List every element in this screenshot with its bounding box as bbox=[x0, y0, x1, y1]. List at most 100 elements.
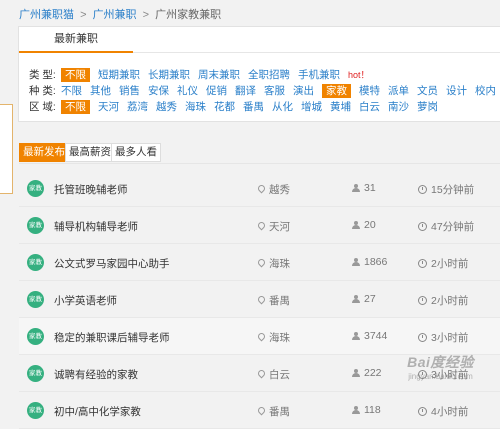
job-row[interactable]: 家教 小学英语老师 番禺 27 2小时前 bbox=[19, 281, 500, 318]
filter-row-type: 类 型: 不限 短期兼职 长期兼职 周末兼职 全职招聘 手机兼职 hot！ bbox=[29, 68, 370, 82]
location-pin-icon bbox=[256, 331, 267, 342]
job-views-count: 27 bbox=[364, 293, 376, 305]
clock-icon bbox=[418, 333, 427, 342]
filter-option[interactable]: 全职招聘 bbox=[248, 68, 290, 82]
job-title-link[interactable]: 初中/高中化学家教 bbox=[54, 404, 141, 419]
filter-option[interactable]: 长期兼职 bbox=[148, 68, 190, 82]
job-row[interactable]: 家教 初中/高中化学家教 番禺 118 4小时前 bbox=[19, 392, 500, 429]
filter-option[interactable]: 不限 bbox=[61, 68, 90, 82]
filter-option[interactable]: 演出 bbox=[293, 84, 314, 98]
tab-latest-jobs[interactable]: 最新兼职 bbox=[19, 27, 133, 53]
job-row[interactable]: 家教 稳定的兼职课后辅导老师 海珠 3744 3小时前 bbox=[19, 318, 500, 355]
job-location: 白云 bbox=[256, 367, 290, 382]
job-title-link[interactable]: 辅导机构辅导老师 bbox=[54, 219, 138, 234]
job-location: 番禺 bbox=[256, 404, 290, 419]
filter-panel: 最新兼职 类 型: 不限 短期兼职 长期兼职 周末兼职 全职招聘 手机兼职 hot！ 种 类:… bbox=[18, 26, 500, 122]
filter-option[interactable]: 番禺 bbox=[243, 100, 264, 114]
filter-row-label: 区 域: bbox=[29, 101, 56, 113]
filter-option[interactable]: 促销 bbox=[206, 84, 227, 98]
category-badge: 家教 bbox=[27, 254, 44, 271]
clock-icon bbox=[418, 222, 427, 231]
category-badge: 家教 bbox=[27, 365, 44, 382]
filter-option[interactable]: 增城 bbox=[301, 100, 322, 114]
job-views: 1866 bbox=[352, 256, 387, 268]
filter-row-label: 种 类: bbox=[29, 85, 56, 97]
person-icon bbox=[352, 221, 360, 229]
filter-option[interactable]: 短期兼职 bbox=[98, 68, 140, 82]
job-row[interactable]: 家教 公文式罗马家园中心助手 海珠 1866 2小时前 bbox=[19, 244, 500, 281]
tab-divider bbox=[133, 52, 500, 53]
location-pin-icon bbox=[256, 257, 267, 268]
location-pin-icon bbox=[256, 220, 267, 231]
location-pin-icon bbox=[256, 183, 267, 194]
category-badge: 家教 bbox=[27, 180, 44, 197]
breadcrumb-link-home[interactable]: 广州兼职猫 bbox=[19, 9, 74, 21]
filter-option[interactable]: 天河 bbox=[98, 100, 119, 114]
watermark-url: jingyan.baidu.com bbox=[408, 372, 473, 381]
filter-option[interactable]: 客服 bbox=[264, 84, 285, 98]
filter-option[interactable]: 越秀 bbox=[156, 100, 177, 114]
job-location-text: 越秀 bbox=[269, 184, 290, 196]
sort-tab[interactable]: 最新发布 bbox=[19, 143, 69, 162]
job-time-text: 15分钟前 bbox=[431, 184, 475, 196]
job-row[interactable]: 家教 托管班晚辅老师 越秀 31 15分钟前 bbox=[19, 170, 500, 207]
category-badge: 家教 bbox=[27, 291, 44, 308]
job-time-text: 4小时前 bbox=[431, 406, 469, 418]
job-time-text: 47分钟前 bbox=[431, 221, 475, 233]
location-pin-icon bbox=[256, 405, 267, 416]
filter-option[interactable]: 周末兼职 bbox=[198, 68, 240, 82]
filter-option[interactable]: 家教 bbox=[322, 84, 351, 98]
job-views-count: 118 bbox=[364, 404, 381, 416]
sort-tab[interactable]: 最多人看 bbox=[111, 143, 161, 162]
filter-option[interactable]: 文员 bbox=[417, 84, 438, 98]
filter-option[interactable]: 不限 bbox=[61, 84, 82, 98]
person-icon bbox=[352, 295, 360, 303]
filter-option[interactable]: 礼仪 bbox=[177, 84, 198, 98]
job-views-count: 1866 bbox=[364, 256, 388, 268]
sort-tab[interactable]: 最高薪资 bbox=[65, 143, 115, 162]
filter-option[interactable]: 不限 bbox=[61, 100, 90, 114]
filter-option[interactable]: 白云 bbox=[359, 100, 380, 114]
filter-option[interactable]: 销售 bbox=[119, 84, 140, 98]
filter-row-category: 种 类: 不限 其他 销售 安保 礼仪 促销 翻译 客服 演出 家教 模特 派单 文员 设计 校内 bbox=[29, 84, 500, 98]
clock-icon bbox=[418, 296, 427, 305]
job-location-text: 番禺 bbox=[269, 295, 290, 307]
watermark-brand: Bai度经验 bbox=[407, 354, 474, 370]
job-location-text: 天河 bbox=[269, 221, 290, 233]
category-badge: 家教 bbox=[27, 328, 44, 345]
filter-option[interactable]: 安保 bbox=[148, 84, 169, 98]
filter-option[interactable]: 手机兼职 bbox=[298, 68, 340, 82]
filter-option[interactable]: 设计 bbox=[446, 84, 467, 98]
filter-option[interactable]: 萝岗 bbox=[417, 100, 438, 114]
job-time: 4小时前 bbox=[418, 404, 468, 419]
category-badge: 家教 bbox=[27, 402, 44, 419]
job-time-text: 2小时前 bbox=[431, 258, 469, 270]
clock-icon bbox=[418, 407, 427, 416]
filter-option[interactable]: 海珠 bbox=[185, 100, 206, 114]
breadcrumb-separator: > bbox=[142, 9, 150, 21]
filter-option[interactable]: 校内 bbox=[475, 84, 496, 98]
job-title-link[interactable]: 稳定的兼职课后辅导老师 bbox=[54, 330, 170, 345]
job-time: 3小时前 bbox=[418, 330, 468, 345]
filter-option[interactable]: 黄埔 bbox=[330, 100, 351, 114]
breadcrumb-current: 广州家教兼职 bbox=[155, 9, 222, 21]
filter-option[interactable]: 派单 bbox=[388, 84, 409, 98]
filter-option[interactable]: 南沙 bbox=[388, 100, 409, 114]
filter-option[interactable]: 花都 bbox=[214, 100, 235, 114]
job-views: 118 bbox=[352, 404, 381, 416]
job-title-link[interactable]: 公文式罗马家园中心助手 bbox=[54, 256, 170, 271]
filter-option[interactable]: 从化 bbox=[272, 100, 293, 114]
job-views-count: 20 bbox=[364, 219, 376, 231]
job-title-link[interactable]: 托管班晚辅老师 bbox=[54, 182, 128, 197]
job-title-link[interactable]: 小学英语老师 bbox=[54, 293, 117, 308]
person-icon bbox=[352, 369, 360, 377]
filter-option[interactable]: 荔湾 bbox=[127, 100, 148, 114]
side-panel-edge bbox=[0, 104, 13, 194]
filter-option[interactable]: 其他 bbox=[90, 84, 111, 98]
person-icon bbox=[352, 406, 360, 414]
breadcrumb-link-city[interactable]: 广州兼职 bbox=[93, 9, 137, 21]
job-title-link[interactable]: 诚聘有经验的家教 bbox=[54, 367, 138, 382]
job-row[interactable]: 家教 辅导机构辅导老师 天河 20 47分钟前 bbox=[19, 207, 500, 244]
filter-option[interactable]: 模特 bbox=[359, 84, 380, 98]
filter-option[interactable]: 翻译 bbox=[235, 84, 256, 98]
